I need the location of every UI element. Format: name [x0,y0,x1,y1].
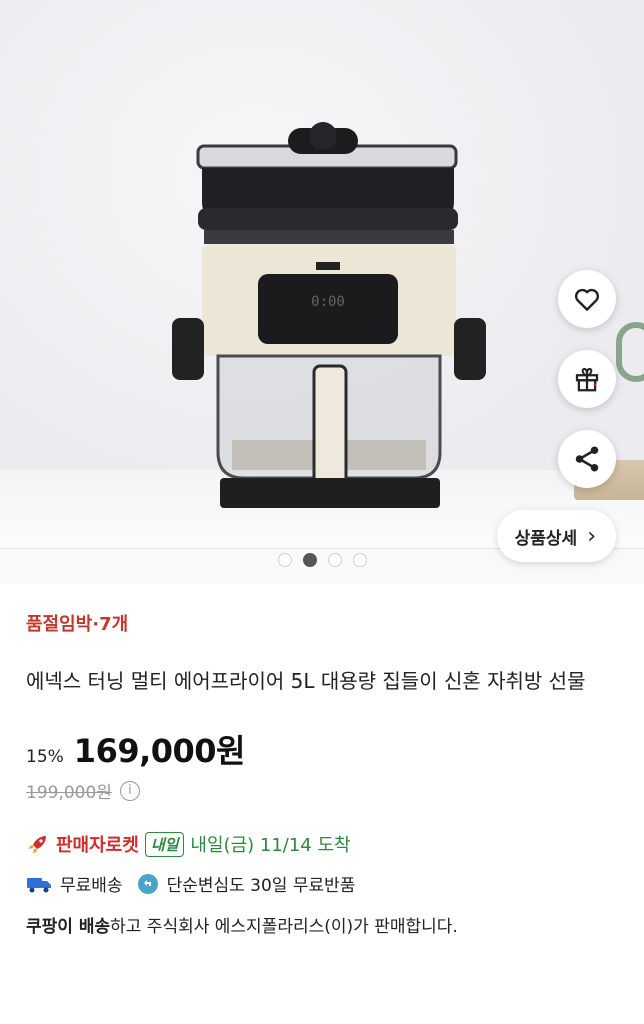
truck-icon [27,877,51,892]
arrival-date: 내일(금) 11/14 도착 [190,835,351,856]
product-info: 품절임박·7개 에넥스 터닝 멀티 에어프라이어 5L 대용량 집들이 신혼 자… [0,610,644,937]
price-row: 15% 169,000원 [26,726,618,772]
share-button[interactable] [558,430,616,488]
seller-prefix: 쿠팡이 배송 [26,917,111,937]
original-price: 199,000원 [26,783,112,803]
tomorrow-badge: 내일 [144,831,185,857]
plant-decoration [616,322,644,382]
rocket-label: 판매자로켓 [56,835,139,856]
product-detail-label: 상품상세 [514,528,578,549]
rocket-icon [29,836,46,853]
product-title: 에넥스 터닝 멀티 에어프라이어 5L 대용량 집들이 신혼 자취방 선물 [26,669,586,693]
product-image-carousel[interactable]: 0:00 상품상세 › [0,0,644,584]
like-button[interactable] [558,270,616,328]
free-shipping-label: 무료배송 [60,876,123,896]
carousel-dot[interactable] [352,553,367,567]
seller-info: 쿠팡이 배송하고 주식회사 에스지폴라리스(이)가 판매합니다. [26,912,618,937]
chevron-right-icon: › [587,523,596,549]
shipping-row: 무료배송 단순변심도 30일 무료반품 [26,871,618,896]
share-icon [575,446,599,472]
free-return-label: 단순변심도 30일 무료반품 [166,876,356,896]
display-readout: 0:00 [311,294,345,310]
rocket-delivery-row: 판매자로켓 내일 내일(금) 11/14 도착 [26,831,618,857]
seller-text: 하고 주식회사 에스지폴라리스(이)가 판매합니다. [110,917,458,937]
stock-status: 품절임박·7개 [26,614,129,635]
carousel-dot-active[interactable] [302,553,317,567]
return-icon [137,873,158,894]
heart-icon [574,288,600,311]
discount-rate: 15% [26,747,64,767]
gift-button[interactable] [558,350,616,408]
sale-price: 169,000원 [73,732,246,770]
gift-icon [575,367,599,392]
carousel-dot[interactable] [327,553,342,567]
carousel-dot[interactable] [277,553,292,567]
original-price-row: 199,000원 i [26,778,618,803]
carousel-indicator [0,553,644,567]
air-fryer-image: 0:00 [172,122,486,508]
info-icon[interactable]: i [119,780,140,801]
